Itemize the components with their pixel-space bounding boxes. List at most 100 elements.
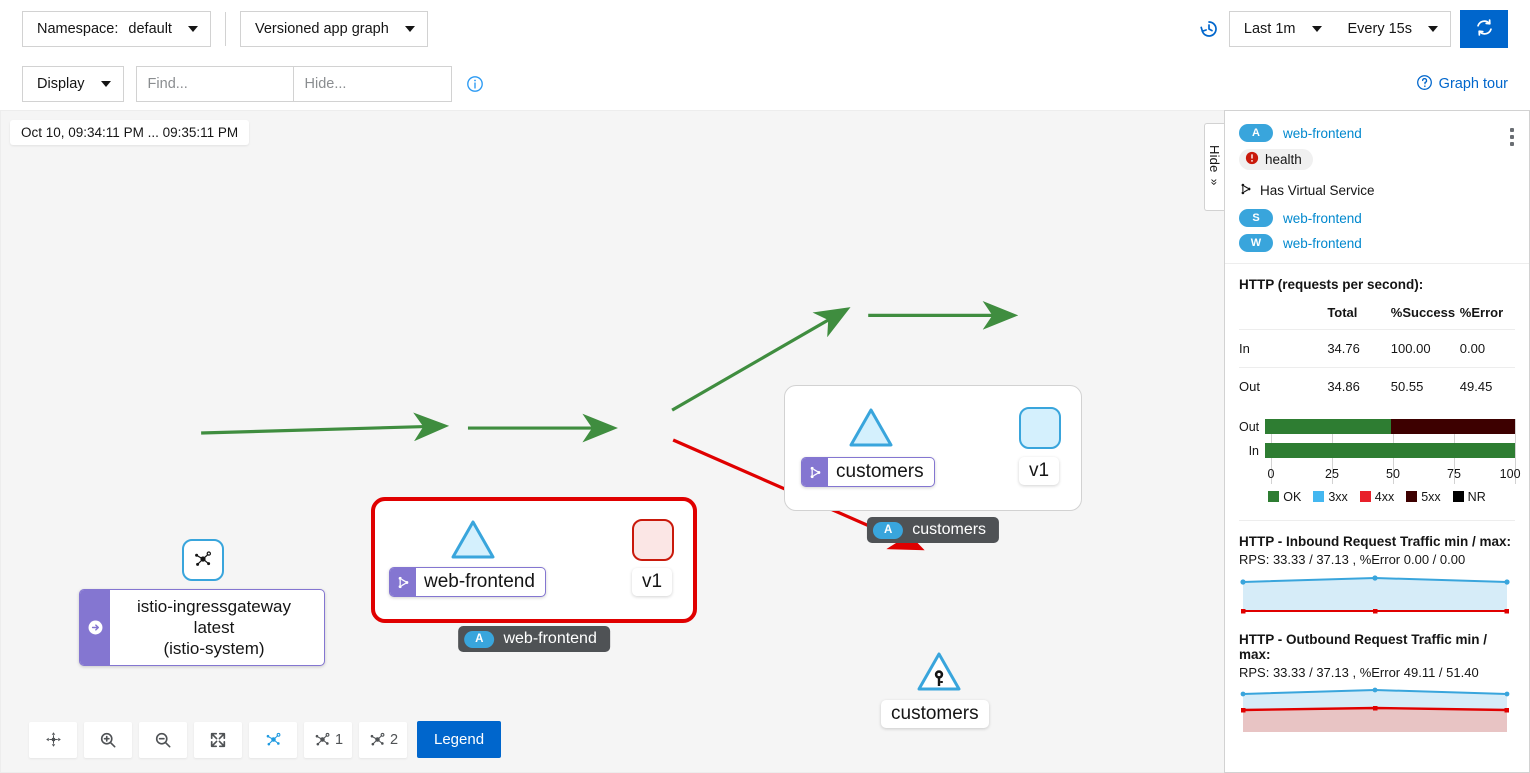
http-stacked-bar-chart: Out In 0 25 50 75 100 OK 3xx 4xx 5xx NR (1239, 419, 1521, 504)
outbound-chart-subtitle: RPS: 33.33 / 37.13 , %Error 49.11 / 51.4… (1239, 665, 1479, 680)
main-content: Oct 10, 09:34:11 PM ... 09:35:11 PM isti… (0, 110, 1530, 773)
group-badge-web-frontend: A web-frontend (458, 626, 610, 652)
refresh-interval-selector[interactable]: Every 15s (1333, 11, 1451, 47)
namespace-value: default (128, 21, 172, 37)
ingressgateway-label-line3: (istio-system) (163, 639, 265, 658)
x-tick: 0 (1267, 467, 1275, 481)
chevron-down-icon (187, 26, 198, 32)
graph-canvas[interactable]: istio-ingressgateway latest (istio-syste… (1, 111, 1224, 772)
node-label-web-frontend[interactable]: web-frontend (389, 567, 546, 597)
chevron-down-icon (1311, 26, 1322, 32)
chevron-right-icon: » (1207, 178, 1222, 186)
virtual-service-icon (1239, 182, 1253, 199)
graph-toolbar: 1 2 Legend (29, 721, 502, 758)
bar-chart-axis: 0 25 50 75 100 (1267, 467, 1521, 487)
x-tick: 100 (1499, 467, 1521, 481)
group-badge-customers: A customers (866, 517, 1000, 543)
graph-tour-button[interactable]: Graph tour (1416, 74, 1508, 95)
legend-swatch (1406, 491, 1418, 502)
toolbar-divider (224, 12, 226, 46)
legend-item-3xx[interactable]: 3xx (1313, 490, 1348, 504)
chevron-down-icon (1428, 26, 1438, 32)
side-panel-workload-link-row: W web-frontend (1239, 234, 1515, 252)
bar-chart-legend: OK 3xx 4xx 5xx NR (1239, 490, 1515, 504)
outbound-traffic-chart: HTTP - Outbound Request Traffic min / ma… (1239, 619, 1515, 732)
legend-item-5xx[interactable]: 5xx (1406, 490, 1441, 504)
node-label-customers[interactable]: customers (801, 457, 935, 487)
col-error: %Error (1459, 305, 1504, 320)
col-dir (1239, 302, 1327, 330)
col-total: Total (1327, 305, 1358, 320)
node-app-customers[interactable] (848, 407, 894, 449)
node-istio-ingressgateway[interactable] (182, 539, 224, 581)
cell-dir: Out (1239, 367, 1328, 405)
node-label-istio-ingressgateway[interactable]: istio-ingressgateway latest (istio-syste… (79, 589, 325, 666)
node-app-web-frontend[interactable] (450, 519, 496, 561)
node-label-customers-v1[interactable]: v1 (1019, 457, 1060, 485)
kebab-dot (1510, 135, 1514, 139)
bar-row-in: In (1239, 443, 1515, 458)
side-panel-title[interactable]: web-frontend (1283, 126, 1362, 141)
find-input[interactable] (135, 66, 294, 102)
legend-item-ok[interactable]: OK (1268, 490, 1301, 504)
cell-success: 100.00 (1390, 329, 1460, 368)
reset-view-button[interactable] (29, 721, 77, 758)
display-menu-button[interactable]: Display (22, 66, 124, 102)
bar-seg-5xx (1391, 419, 1515, 434)
namespace-selector[interactable]: Namespace: default (22, 11, 211, 47)
outbound-sparkline[interactable] (1239, 686, 1511, 732)
legend-button[interactable]: Legend (417, 721, 502, 758)
zoom-out-button[interactable] (139, 721, 187, 758)
status-badge[interactable]: health (1239, 149, 1313, 170)
side-panel: A web-frontend health Has Virtual Servic… (1224, 110, 1530, 773)
sync-icon (1475, 18, 1494, 40)
table-row: Out 34.86 50.55 49.45 (1239, 367, 1515, 405)
graph-layout-1-button[interactable]: 1 (304, 721, 352, 758)
info-circle-icon[interactable] (466, 75, 484, 93)
service-kind-badge: S (1239, 209, 1273, 227)
refresh-button[interactable] (1460, 10, 1508, 48)
history-icon[interactable] (1199, 19, 1219, 39)
graph-type-selector[interactable]: Versioned app graph (239, 11, 428, 47)
legend-swatch (1268, 491, 1280, 502)
legend-swatch (1359, 491, 1371, 502)
time-range-selector[interactable]: Last 1m (1228, 11, 1334, 47)
bar-label-out: Out (1239, 419, 1260, 434)
side-panel-kind-badge: A (1239, 124, 1273, 142)
bar-seg-ok (1265, 419, 1392, 434)
ingressgateway-label-line1: istio-ingressgateway (136, 597, 291, 616)
legend-label: 5xx (1421, 490, 1441, 504)
node-version-customers-v1[interactable] (1019, 407, 1061, 449)
virtual-service-icon (802, 458, 828, 486)
legend-label: 3xx (1328, 490, 1348, 504)
inbound-chart-title: HTTP - Inbound Request Traffic min / max… (1239, 534, 1512, 549)
chevron-down-icon (404, 26, 415, 32)
ingressgateway-label-line2: latest (193, 618, 235, 637)
legend-swatch (1452, 491, 1464, 502)
web-frontend-app-label: web-frontend (424, 571, 535, 592)
legend-item-4xx[interactable]: 4xx (1359, 490, 1394, 504)
http-rps-table: Total %Success %Error In 34.76 100.00 0.… (1239, 302, 1515, 405)
legend-label: NR (1467, 490, 1486, 504)
graph-layout-2-button[interactable]: 2 (359, 721, 407, 758)
graph-layout-default-button[interactable] (249, 721, 297, 758)
side-panel-service-link-row: S web-frontend (1239, 209, 1515, 227)
node-service-customers[interactable] (916, 651, 962, 693)
node-label-web-frontend-v1[interactable]: v1 (632, 568, 673, 596)
side-panel-title-row: A web-frontend (1239, 124, 1515, 142)
zoom-in-button[interactable] (84, 721, 132, 758)
service-link[interactable]: web-frontend (1283, 211, 1362, 226)
legend-item-nr[interactable]: NR (1452, 490, 1486, 504)
fit-to-screen-button[interactable] (194, 721, 242, 758)
node-label-customers-service[interactable]: customers (881, 700, 989, 728)
workload-link[interactable]: web-frontend (1283, 236, 1362, 251)
hide-side-panel-tab[interactable]: Hide » (1204, 123, 1224, 211)
outbound-chart-title: HTTP - Outbound Request Traffic min / ma… (1239, 632, 1488, 662)
hide-input[interactable] (293, 66, 452, 102)
bar-track-out (1265, 419, 1515, 434)
kebab-menu-icon[interactable] (1507, 125, 1517, 149)
graph-canvas-pane[interactable]: Oct 10, 09:34:11 PM ... 09:35:11 PM isti… (0, 110, 1224, 773)
refresh-interval-value: Every 15s (1347, 21, 1412, 37)
node-version-web-frontend-v1[interactable] (632, 519, 674, 561)
inbound-sparkline[interactable] (1239, 573, 1511, 619)
